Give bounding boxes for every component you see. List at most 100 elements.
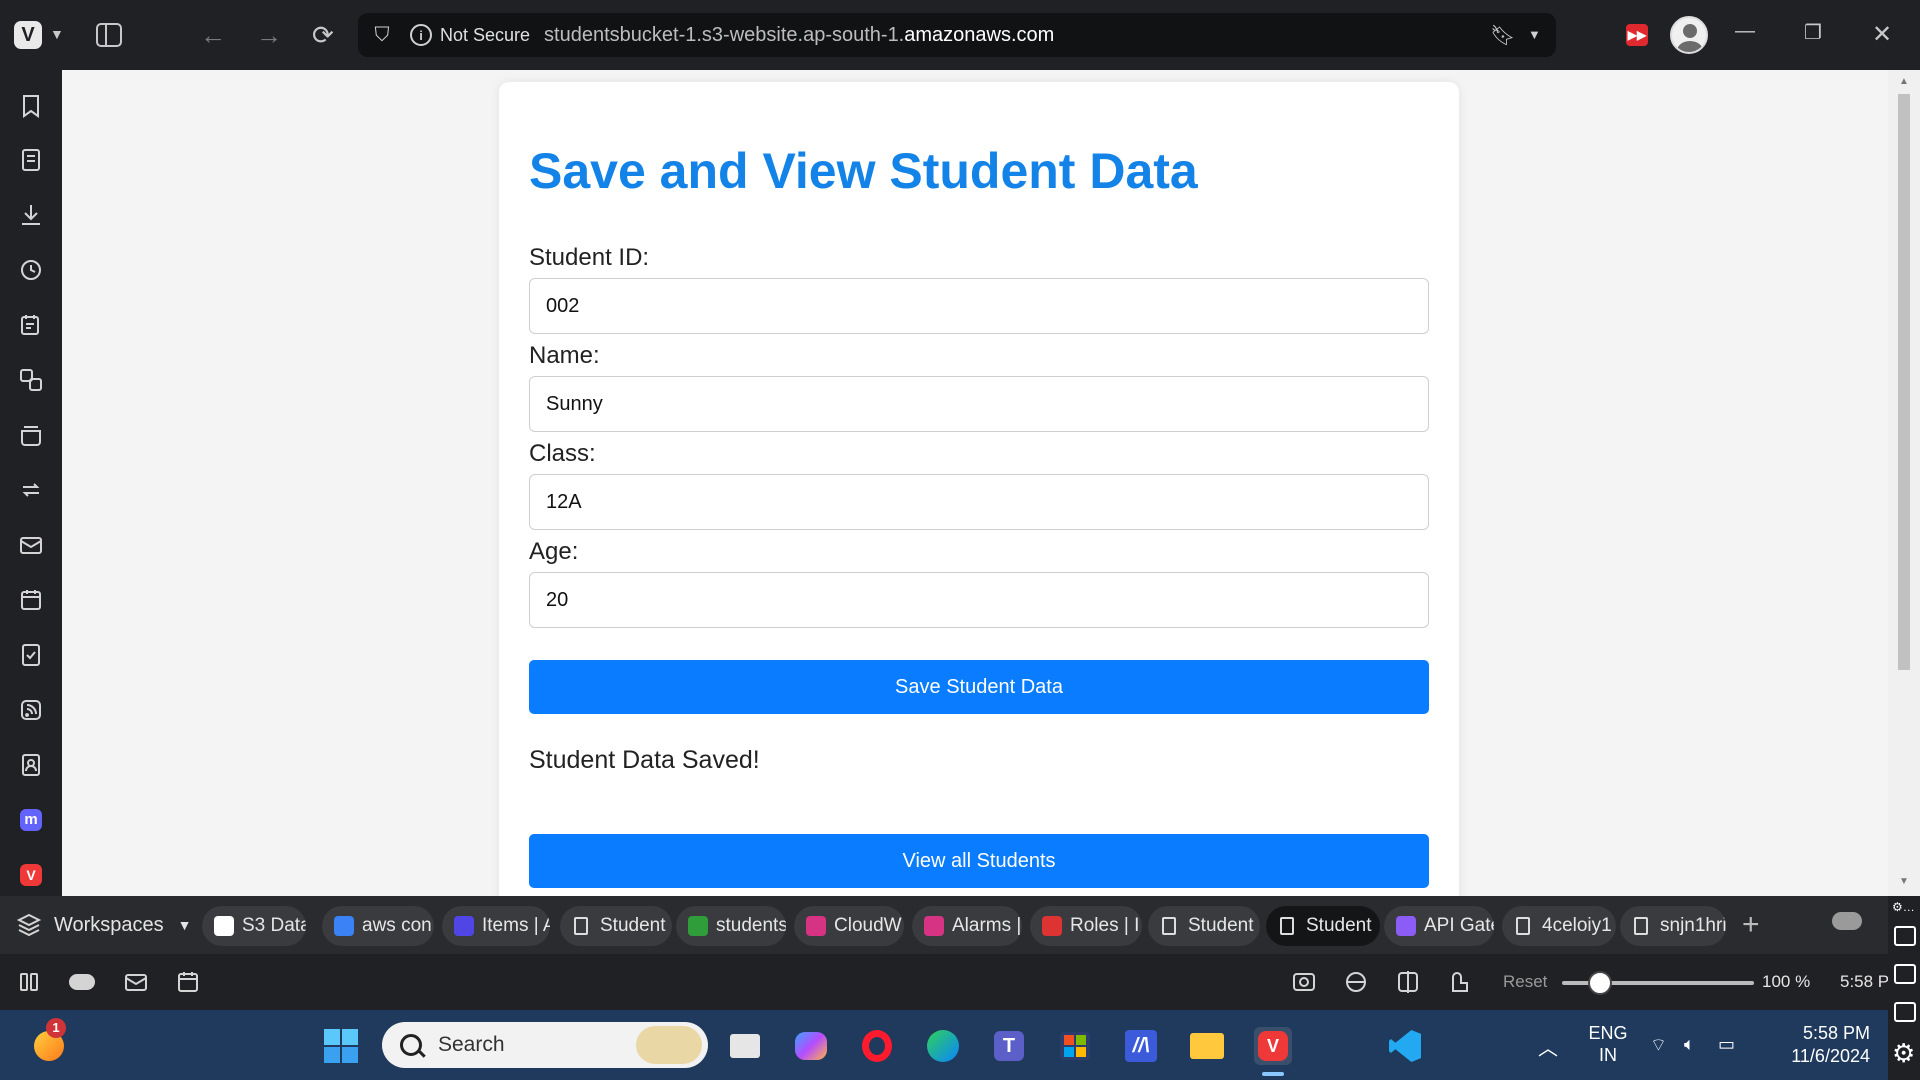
store-icon[interactable]	[1056, 1027, 1094, 1065]
tile-icon[interactable]	[1394, 968, 1422, 996]
vivaldi-taskbar-icon[interactable]: V	[1254, 1027, 1292, 1065]
browser-tab[interactable]: Student	[1148, 906, 1260, 946]
browser-tab[interactable]: Roles | I	[1030, 906, 1142, 946]
contacts-icon[interactable]	[17, 751, 45, 779]
tab-label: CloudW	[834, 915, 902, 936]
close-icon[interactable]: ✕	[1872, 20, 1892, 49]
page-actions-icon[interactable]	[1342, 968, 1370, 996]
address-bar[interactable]: ⛉ i Not Secure studentsbucket-1.s3-websi…	[358, 13, 1556, 57]
side-panel: m V	[0, 70, 62, 896]
reading-list-icon[interactable]	[17, 146, 45, 174]
vscode-icon[interactable]	[1386, 1027, 1424, 1065]
page-tools-icon[interactable]	[1446, 968, 1474, 996]
age-input[interactable]	[529, 572, 1429, 628]
battery-icon[interactable]: ▭	[1718, 1034, 1740, 1054]
notes-icon[interactable]	[17, 311, 45, 339]
browser-tab[interactable]: S3 Data	[202, 906, 306, 946]
browser-tab[interactable]: snjn1hri	[1620, 906, 1726, 946]
browser-tab[interactable]: students	[676, 906, 786, 946]
url-text[interactable]: studentsbucket-1.s3-website.ap-south-1.a…	[544, 24, 1054, 47]
downloads-icon[interactable]	[17, 201, 45, 229]
status-message: Student Data Saved!	[529, 746, 760, 774]
bookmarks-icon[interactable]	[17, 92, 45, 120]
class-input[interactable]	[529, 474, 1429, 530]
cloud-icon[interactable]	[68, 968, 96, 996]
panel-toggle-icon[interactable]	[94, 20, 124, 50]
calendar-icon[interactable]	[174, 968, 202, 996]
class-label: Class:	[529, 440, 596, 467]
page-title: Save and View Student Data	[529, 143, 1198, 199]
file-explorer-icon[interactable]	[1188, 1027, 1226, 1065]
settings-dots-icon[interactable]: ⚙…	[1892, 900, 1915, 914]
forward-arrow-icon[interactable]: →	[256, 20, 282, 51]
back-arrow-icon[interactable]: ←	[200, 20, 226, 51]
profile-avatar[interactable]	[1670, 16, 1708, 54]
api-gateway-icon	[1396, 916, 1416, 936]
capture-icon[interactable]	[1290, 968, 1318, 996]
edge-icon[interactable]	[924, 1027, 962, 1065]
minimize-icon[interactable]: —	[1735, 20, 1755, 43]
extension-icon[interactable]: ▶▶	[1626, 24, 1648, 46]
workspaces-button[interactable]: Workspaces ▼	[16, 908, 192, 942]
browser-tab[interactable]: Alarms |	[912, 906, 1022, 946]
mail-icon[interactable]	[17, 531, 45, 559]
sync-icon[interactable]	[17, 476, 45, 504]
scroll-down-icon[interactable]: ▼	[1898, 876, 1910, 888]
copilot-icon[interactable]	[792, 1027, 830, 1065]
history-icon[interactable]	[17, 256, 45, 284]
menu-chevron-down-icon[interactable]: ▼	[50, 26, 64, 42]
translate-icon[interactable]	[17, 366, 45, 394]
zoom-reset-button[interactable]: Reset	[1503, 972, 1547, 992]
browser-tab[interactable]: API Gate	[1384, 906, 1494, 946]
window-panel-icon[interactable]	[17, 421, 45, 449]
name-input[interactable]	[529, 376, 1429, 432]
panel-toggle-icon[interactable]	[16, 968, 44, 996]
vivaldi-panel-icon[interactable]: V	[17, 861, 45, 889]
taskbar-search[interactable]: Search	[382, 1022, 708, 1068]
camera-icon[interactable]	[1894, 926, 1916, 946]
reload-icon[interactable]: ⟳	[312, 20, 334, 51]
mail-icon[interactable]	[122, 968, 150, 996]
restore-icon[interactable]: ❐	[1804, 20, 1822, 45]
browser-tab[interactable]: aws con	[322, 906, 434, 946]
browser-tab[interactable]: Student	[1266, 906, 1380, 946]
shield-icon[interactable]: ⛉	[370, 24, 394, 47]
security-status[interactable]: Not Secure	[440, 25, 530, 46]
save-student-button[interactable]: Save Student Data	[529, 660, 1429, 714]
browser-tab[interactable]: CloudW	[794, 906, 904, 946]
view-all-students-button[interactable]: View all Students	[529, 834, 1429, 888]
bookmark-icon[interactable]: 🔖︎	[1490, 23, 1515, 48]
feeds-icon[interactable]	[17, 696, 45, 724]
teams-icon[interactable]: T	[990, 1027, 1028, 1065]
sync-cloud-icon[interactable]	[1832, 912, 1862, 930]
tasks-icon[interactable]	[17, 641, 45, 669]
mastodon-icon[interactable]: m	[17, 806, 45, 834]
language-indicator[interactable]: ENG IN	[1586, 1022, 1630, 1066]
scroll-up-icon[interactable]: ▲	[1898, 76, 1910, 88]
address-dropdown-icon[interactable]: ▼	[1528, 27, 1541, 42]
zoom-slider-knob[interactable]	[1588, 971, 1613, 995]
app-icon[interactable]: //\	[1122, 1027, 1160, 1065]
browser-tab[interactable]: Student	[560, 906, 672, 946]
window-icon[interactable]	[1894, 1002, 1916, 1022]
volume-icon[interactable]: 🔈︎	[1684, 1034, 1706, 1054]
wifi-icon[interactable]: ⌔	[1650, 1034, 1672, 1055]
tab-label: Student	[1188, 915, 1254, 936]
site-info-icon[interactable]: i	[410, 24, 432, 46]
new-tab-button[interactable]: +	[1742, 908, 1760, 942]
scrollbar-thumb[interactable]	[1898, 94, 1910, 670]
vivaldi-menu-icon[interactable]: V	[14, 21, 42, 49]
opera-icon[interactable]	[858, 1027, 896, 1065]
student-id-input[interactable]	[529, 278, 1429, 334]
page-scrollbar[interactable]: ▲ ▼	[1888, 70, 1920, 896]
gear-icon[interactable]: ⚙	[1892, 1038, 1915, 1069]
browser-tab[interactable]: Items | A	[442, 906, 550, 946]
region-code: IN	[1599, 1045, 1617, 1065]
video-icon[interactable]	[1894, 964, 1916, 984]
system-clock[interactable]: 5:58 PM 11/6/2024	[1770, 1022, 1870, 1068]
chevron-up-icon[interactable]: ︿	[1538, 1032, 1558, 1061]
calendar-icon[interactable]	[17, 586, 45, 614]
task-view-icon[interactable]	[726, 1027, 764, 1065]
windows-start-icon[interactable]	[322, 1027, 360, 1065]
browser-tab[interactable]: 4celoiy1	[1502, 906, 1616, 946]
